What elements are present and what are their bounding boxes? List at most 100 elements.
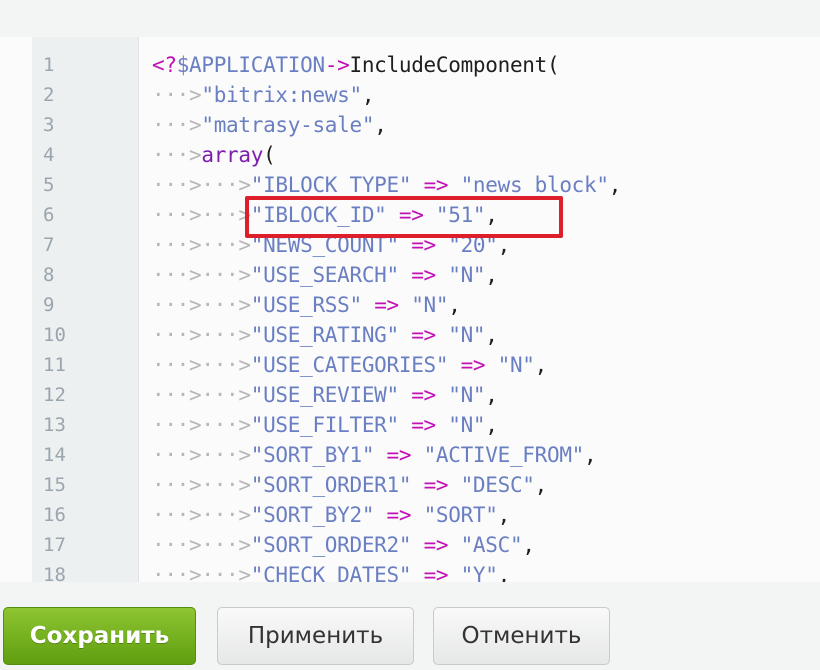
highlight-box: [245, 196, 563, 238]
code-token: "N": [411, 293, 449, 317]
code-line[interactable]: 14 ···>···>"SORT_BY1" => "ACTIVE_FROM",: [0, 440, 820, 470]
code-line[interactable]: 1 <?$APPLICATION->IncludeComponent(: [0, 50, 820, 80]
code-token: =>: [411, 413, 436, 437]
code-token: =>: [423, 473, 449, 497]
line-number: 18: [43, 564, 66, 582]
code-token: "N": [497, 353, 535, 377]
code-token: ->: [324, 53, 350, 77]
code-token: array: [201, 143, 264, 167]
code-text: ···>···>"CHECK_DATES" => "Y",: [152, 560, 510, 582]
code-token: ,: [522, 533, 535, 557]
line-number: 11: [43, 354, 66, 376]
cancel-button[interactable]: Отменить: [433, 607, 610, 665]
code-line[interactable]: 12 ···>···>"USE_REVIEW" => "N",: [0, 380, 820, 410]
code-text: ···>···>"USE_RATING" => "N",: [152, 320, 498, 350]
code-token: "USE_SEARCH": [250, 263, 399, 287]
code-token: ,: [361, 83, 375, 107]
code-line[interactable]: 2 ···>"bitrix:news",: [0, 80, 820, 110]
code-token: "bitrix:news": [201, 83, 362, 107]
code-line[interactable]: 15 ···>···>"SORT_ORDER1" => "DESC",: [0, 470, 820, 500]
code-token: ,: [448, 293, 461, 317]
code-token: "ACTIVE_FROM": [423, 443, 585, 467]
code-token: ···>: [152, 113, 202, 137]
code-token: ···>···>: [152, 503, 251, 527]
code-text: ···>···>"SORT_ORDER1" => "DESC",: [152, 470, 547, 500]
save-button[interactable]: Сохранить: [3, 607, 196, 665]
code-line[interactable]: 17 ···>···>"SORT_ORDER2" => "ASC",: [0, 530, 820, 560]
code-token: "SORT_ORDER2": [250, 533, 412, 557]
code-text: ···>"matrasy-sale",: [152, 110, 387, 140]
code-token: "matrasy-sale": [201, 113, 375, 137]
line-number: 8: [43, 264, 55, 286]
line-number: 2: [43, 84, 55, 106]
line-number: 12: [43, 384, 66, 406]
code-token: ···>···>: [152, 533, 251, 557]
code-text: ···>···>"USE_SEARCH" => "N",: [152, 260, 498, 290]
code-token: ,: [534, 473, 548, 497]
code-token: =>: [386, 503, 412, 527]
code-text: ···>···>"USE_FILTER" => "N",: [152, 410, 498, 440]
code-line[interactable]: 3 ···>"matrasy-sale",: [0, 110, 820, 140]
code-token: ···>···>: [152, 353, 251, 377]
code-token: ···>···>: [152, 473, 251, 497]
code-line[interactable]: 18 ···>···>"CHECK_DATES" => "Y",: [0, 560, 820, 582]
code-line[interactable]: 9 ···>···>"USE_RSS" => "N",: [0, 290, 820, 320]
code-line[interactable]: 10 ···>···>"USE_RATING" => "N",: [0, 320, 820, 350]
code-token: "SORT_BY2": [250, 503, 375, 527]
code-token: <?: [152, 53, 177, 77]
code-token: =>: [423, 533, 449, 557]
line-number: 6: [43, 204, 55, 226]
code-token: "DESC": [460, 473, 535, 497]
code-token: =>: [411, 263, 436, 287]
code-token: ,: [374, 113, 387, 137]
code-text: <?$APPLICATION->IncludeComponent(: [152, 50, 560, 80]
line-number: 13: [43, 414, 66, 436]
code-token: ···>···>: [152, 263, 251, 287]
code-line[interactable]: 4 ···>array(: [0, 140, 820, 170]
apply-button[interactable]: Применить: [217, 607, 414, 665]
code-token: "Y": [460, 563, 498, 582]
line-number: 4: [43, 144, 55, 166]
code-token: "N": [448, 263, 486, 287]
code-token: ,: [608, 173, 622, 197]
code-token: ···>···>: [152, 293, 251, 317]
code-editor[interactable]: 1 <?$APPLICATION->IncludeComponent(2 ···>"…: [0, 37, 820, 582]
code-text: ···>···>"SORT_BY1" => "ACTIVE_FROM",: [152, 440, 597, 470]
code-line[interactable]: 8 ···>···>"USE_SEARCH" => "N",: [0, 260, 820, 290]
code-line[interactable]: 16 ···>···>"SORT_BY2" => "SORT",: [0, 500, 820, 530]
code-token: ···>···>: [152, 413, 251, 437]
code-token: "CHECK_DATES": [250, 563, 412, 582]
code-token: =>: [423, 563, 449, 582]
line-number: 14: [43, 444, 66, 466]
code-token: ,: [534, 353, 548, 377]
code-token: "SORT_BY1": [250, 443, 375, 467]
code-text: ···>"bitrix:news",: [152, 80, 374, 110]
code-token: "USE_REVIEW": [250, 383, 399, 407]
code-text: ···>array(: [152, 140, 276, 170]
code-token: $APPLICATION: [176, 53, 325, 77]
line-number: 17: [43, 534, 66, 556]
code-text: ···>···>"USE_RSS" => "N",: [152, 290, 461, 320]
code-token: ···>···>: [152, 203, 251, 227]
code-line[interactable]: 11 ···>···>"USE_CATEGORIES" => "N",: [0, 350, 820, 380]
code-token: ···>···>: [152, 323, 251, 347]
code-line[interactable]: 13 ···>···>"USE_FILTER" => "N",: [0, 410, 820, 440]
code-token: ···>: [152, 83, 202, 107]
code-token: ,: [485, 263, 498, 287]
